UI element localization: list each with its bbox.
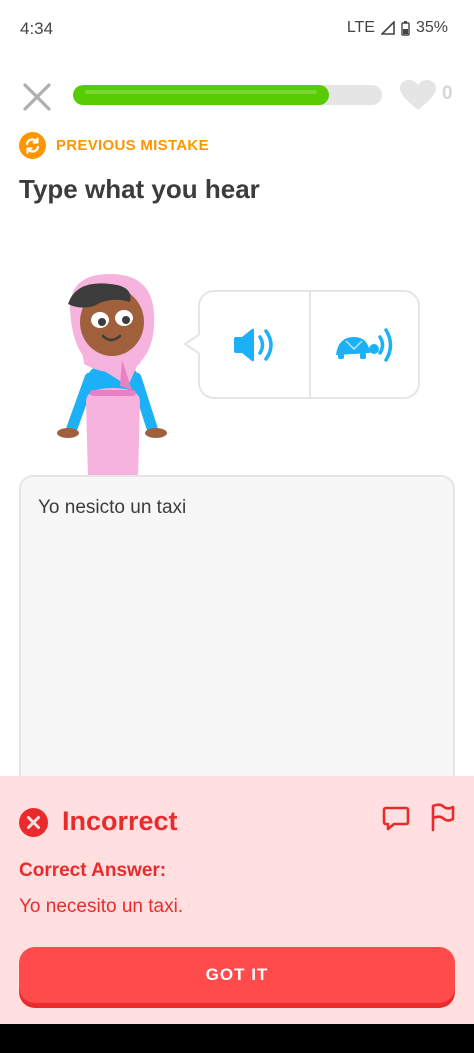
lesson-progress-fill xyxy=(73,85,330,105)
speech-bubble-tail xyxy=(184,333,201,355)
slow-audio-button[interactable] xyxy=(320,300,410,390)
heart-icon xyxy=(398,78,438,112)
x-circle-icon xyxy=(19,808,48,837)
battery-level: 35% xyxy=(415,19,448,36)
signal-icon xyxy=(380,21,395,35)
lesson-progress-bar xyxy=(73,85,382,105)
correct-answer-label: Correct Answer: xyxy=(19,860,167,881)
hearts-count: 0 xyxy=(442,83,453,104)
correct-answer-text: Yo necesito un taxi. xyxy=(19,896,184,917)
close-button[interactable] xyxy=(20,80,54,114)
status-time: 4:34 xyxy=(20,19,54,38)
character-illustration xyxy=(48,268,178,478)
repeat-icon xyxy=(19,132,46,159)
answer-textarea[interactable]: Yo nesicto un taxi xyxy=(19,475,455,805)
report-button[interactable] xyxy=(428,802,456,832)
incorrect-heading: Incorrect xyxy=(62,806,178,836)
flag-icon xyxy=(431,803,455,832)
got-it-button[interactable]: GOT IT xyxy=(19,947,455,1003)
previous-mistake-label: PREVIOUS MISTAKE xyxy=(56,137,209,154)
challenge-title: Type what you hear xyxy=(19,174,260,204)
turtle-speaker-icon xyxy=(336,328,393,362)
play-audio-button[interactable] xyxy=(210,300,300,390)
status-indicators: LTE 35% xyxy=(347,19,448,37)
system-navigation-bar xyxy=(0,1024,474,1053)
speaker-icon xyxy=(234,328,273,362)
bubble-divider xyxy=(309,292,311,397)
comment-icon xyxy=(382,806,410,831)
close-icon xyxy=(23,83,51,111)
battery-icon xyxy=(401,20,410,36)
comment-button[interactable] xyxy=(382,804,410,832)
network-label: LTE xyxy=(346,19,375,36)
